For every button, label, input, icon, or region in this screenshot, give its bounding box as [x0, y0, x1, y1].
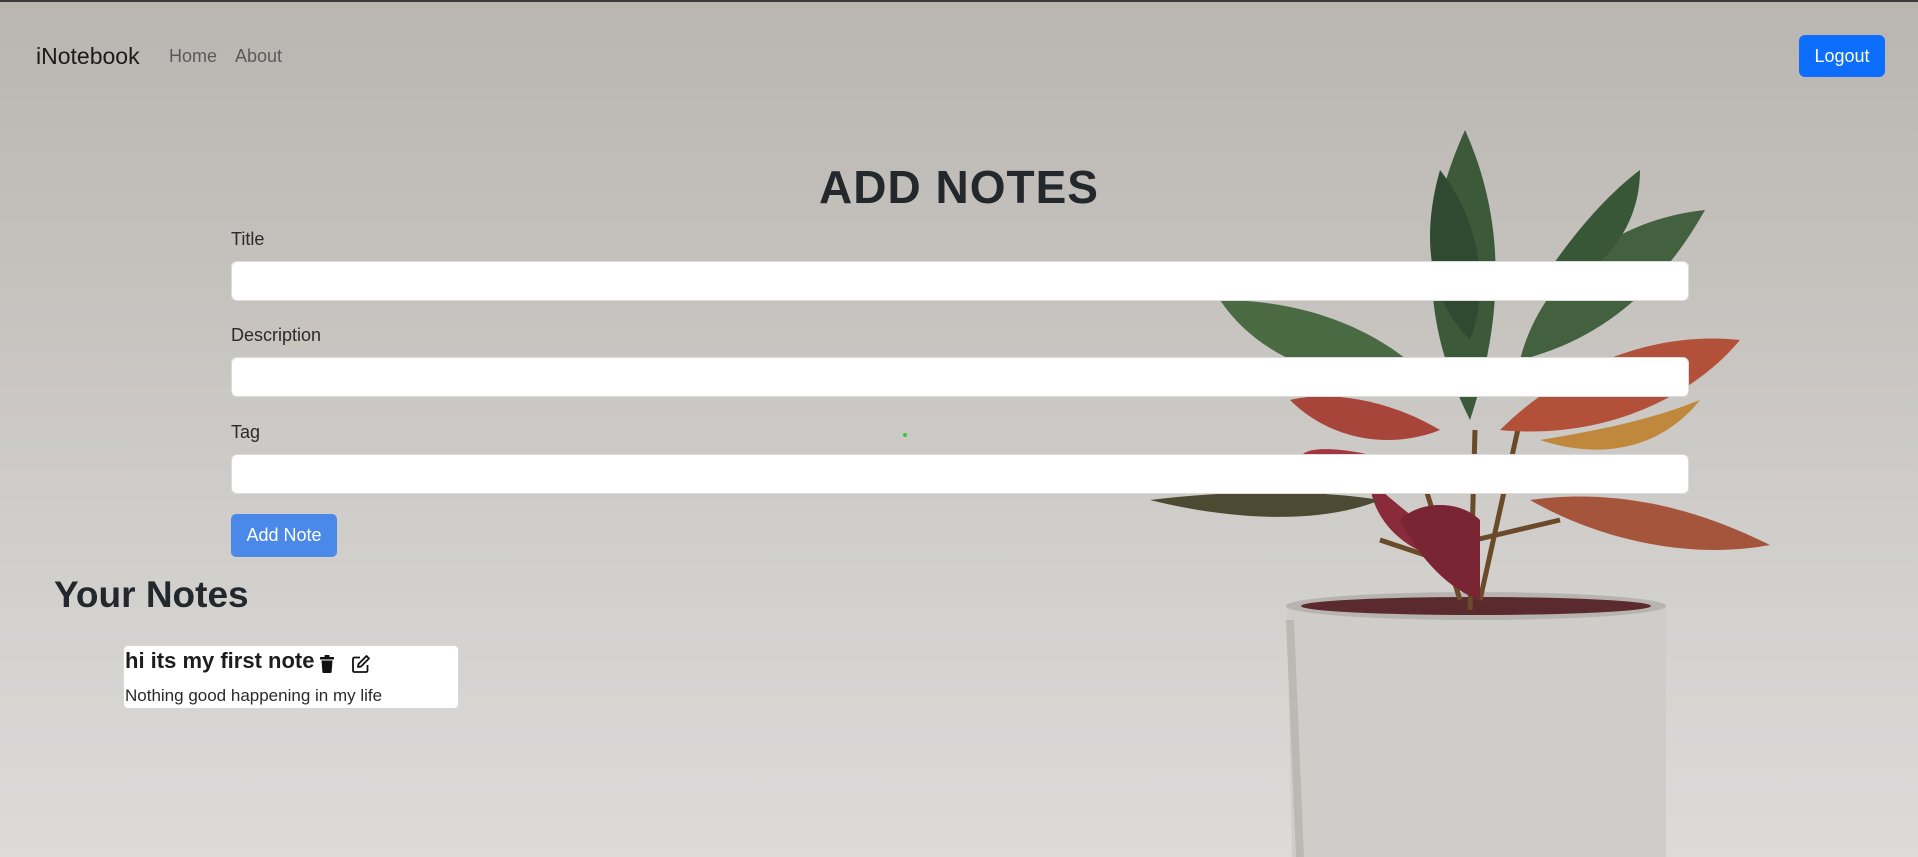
tag-label: Tag: [231, 422, 261, 442]
note-title: hi its my first note: [125, 648, 315, 673]
description-input[interactable]: [231, 357, 1689, 397]
navbar: iNotebook Home About Logout: [0, 0, 1918, 112]
note-description: Nothing good happening in my life: [125, 686, 383, 705]
title-label: Title: [231, 229, 265, 249]
your-notes-heading: Your Notes: [54, 574, 249, 615]
nav-link-about[interactable]: About: [235, 46, 282, 67]
nav-link-home[interactable]: Home: [169, 46, 217, 67]
add-notes-heading: ADD NOTES: [819, 161, 1099, 213]
note-card: hi its my first note Nothing good happen…: [123, 645, 459, 709]
trash-icon[interactable]: [316, 653, 338, 675]
background-plant-image: [1150, 130, 1770, 857]
logout-button[interactable]: Logout: [1799, 35, 1885, 77]
description-label: Description: [231, 325, 322, 345]
navbar-brand[interactable]: iNotebook: [36, 43, 140, 70]
tag-input[interactable]: [231, 454, 1689, 494]
title-input[interactable]: [231, 261, 1689, 301]
edit-icon[interactable]: [350, 653, 372, 675]
cursor-dot: [903, 433, 907, 437]
add-note-button[interactable]: Add Note: [231, 514, 337, 557]
